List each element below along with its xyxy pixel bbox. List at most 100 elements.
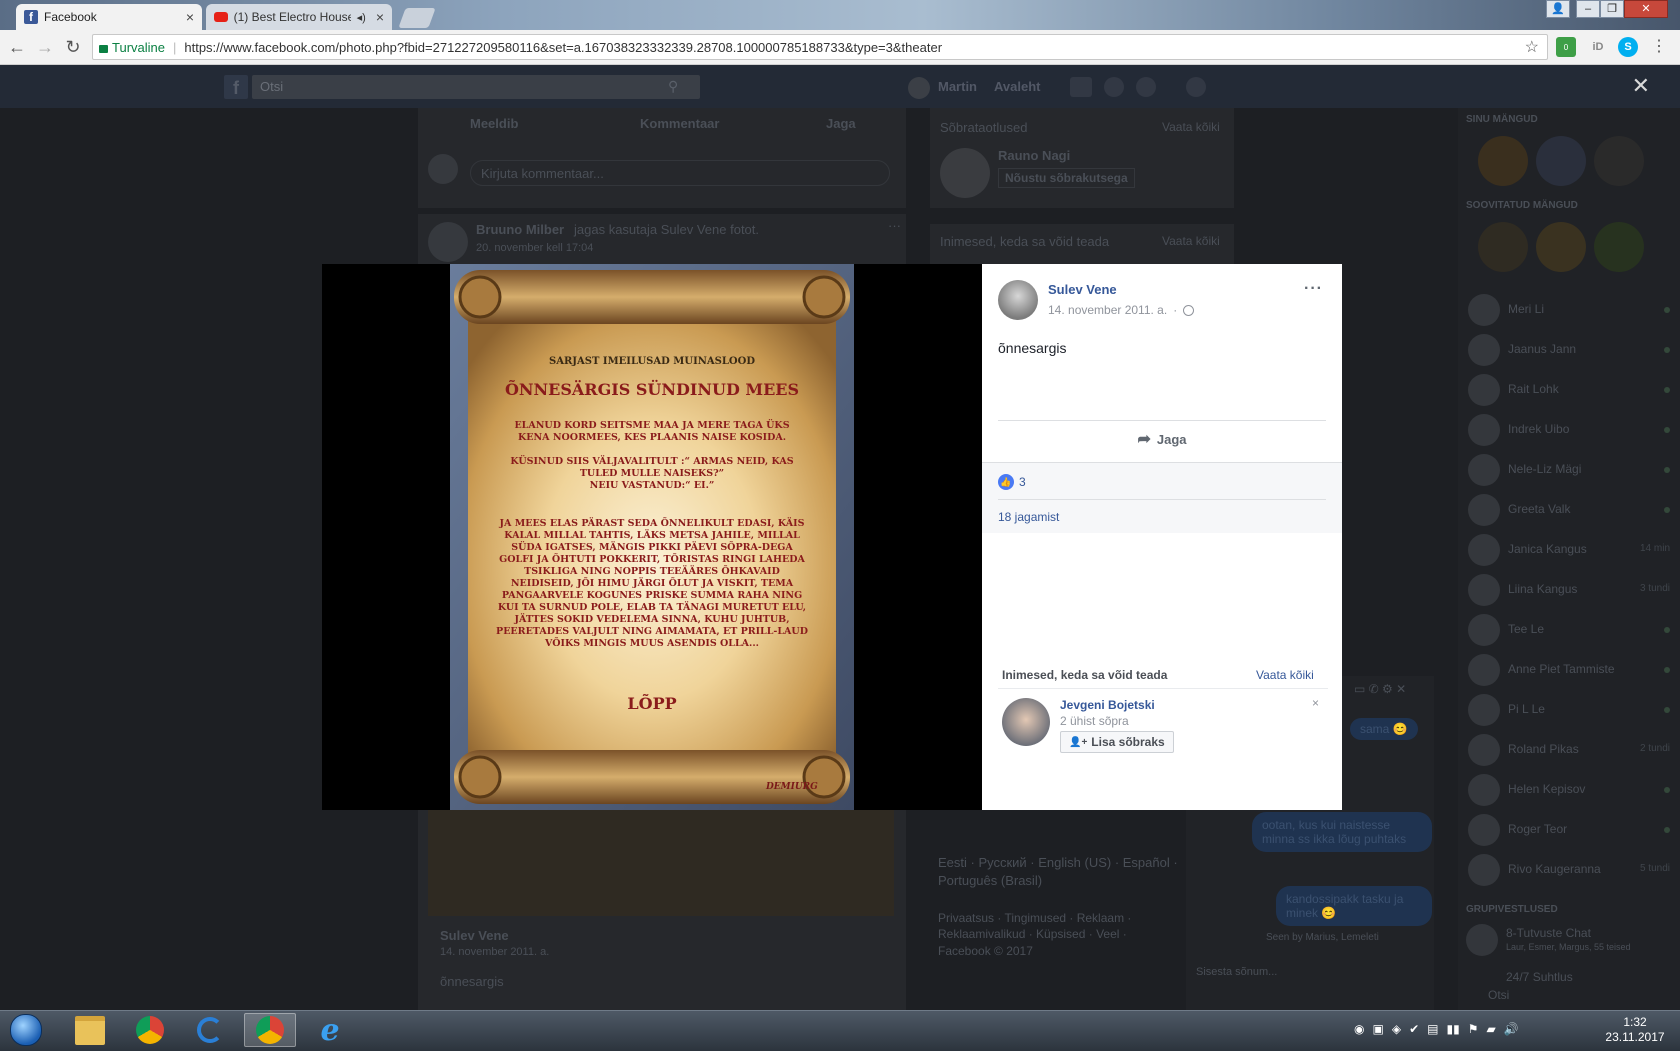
start-button[interactable] <box>4 1013 48 1047</box>
contact-row[interactable]: Roger Teor <box>1458 812 1680 848</box>
secure-indicator[interactable]: Turvaline <box>93 40 165 55</box>
contact-row[interactable]: Meri Li <box>1458 292 1680 328</box>
avatar[interactable] <box>1466 924 1498 956</box>
back-arrow-icon[interactable]: ← <box>6 36 28 58</box>
contact-row[interactable]: Jaanus Jann <box>1458 332 1680 368</box>
theater-close-icon[interactable]: ✕ <box>1632 74 1650 98</box>
skype-icon[interactable]: S <box>1618 37 1638 57</box>
search-icon[interactable]: ⚲ <box>668 78 678 95</box>
contact-row[interactable]: Liina Kangus 3 tundi <box>1458 572 1680 608</box>
audience-globe-icon[interactable] <box>1183 304 1195 316</box>
contact-row[interactable]: Tee Le <box>1458 612 1680 648</box>
tab-youtube[interactable]: (1) Best Electro House ◂) × <box>206 4 392 30</box>
game-icon[interactable] <box>1536 222 1586 272</box>
like-button[interactable]: Meeldib <box>470 116 518 131</box>
avatar[interactable] <box>908 77 930 99</box>
suggestion-avatar[interactable] <box>1002 698 1050 746</box>
group-chat-name[interactable]: 24/7 Suhtlus <box>1506 970 1573 984</box>
request-name-link[interactable]: Rauno Nagi <box>998 148 1070 163</box>
forward-arrow-icon[interactable]: → <box>34 36 56 58</box>
like-count[interactable]: 👍 3 <box>998 474 1026 490</box>
post-author-link[interactable]: Bruuno Milber <box>476 222 564 237</box>
dismiss-suggestion-icon[interactable]: × <box>1312 696 1319 710</box>
reload-icon[interactable]: ↻ <box>62 36 84 58</box>
system-tray[interactable]: ◉ ▣ ◈ ✔ ▤ ▮▮ ⚑ ▰ 🔊 <box>1354 1022 1519 1036</box>
see-all-link[interactable]: Vaata kõiki <box>1162 120 1220 134</box>
shares-link[interactable]: 18 jagamist <box>998 510 1059 524</box>
see-all-link[interactable]: Vaata kõiki <box>1162 234 1220 248</box>
taskbar-internet-explorer[interactable]: e <box>304 1013 356 1048</box>
tray-flag-icon[interactable]: ⚑ <box>1468 1022 1479 1036</box>
inner-author-link[interactable]: Sulev Vene <box>440 928 509 943</box>
taskbar-ccleaner[interactable] <box>184 1013 236 1047</box>
tray-network-icon[interactable]: ▮▮ <box>1446 1022 1459 1036</box>
author-name-link[interactable]: Sulev Vene <box>1048 282 1117 297</box>
tray-volume-icon[interactable]: 🔊 <box>1504 1022 1519 1036</box>
messages-icon[interactable] <box>1104 77 1124 97</box>
game-icon[interactable] <box>1536 136 1586 186</box>
shared-photo-thumbnail[interactable] <box>428 810 894 916</box>
avatar[interactable] <box>428 222 468 262</box>
share-button[interactable]: Jaga <box>826 116 856 131</box>
accept-request-button[interactable]: Nõustu sõbrakutsega <box>998 168 1135 188</box>
friend-requests-icon[interactable] <box>1070 77 1092 97</box>
facebook-search-input[interactable]: Otsi <box>252 75 700 99</box>
tray-check-icon[interactable]: ✔ <box>1409 1022 1419 1036</box>
game-icon[interactable] <box>1594 222 1644 272</box>
close-window-button[interactable]: ✕ <box>1624 0 1668 18</box>
contact-row[interactable]: Rait Lohk <box>1458 372 1680 408</box>
avatar[interactable] <box>940 148 990 198</box>
taskbar-explorer[interactable] <box>64 1013 116 1047</box>
tab-close-icon[interactable]: × <box>186 9 194 25</box>
contact-row[interactable]: Roland Pikas 2 tundi <box>1458 732 1680 768</box>
contact-row[interactable]: Helen Kepisov <box>1458 772 1680 808</box>
post-date-link[interactable]: 14. november 2011. a. <box>1048 303 1167 317</box>
taskbar-chrome-active[interactable] <box>244 1013 296 1047</box>
add-friend-button[interactable]: 👤+ Lisa sõbraks <box>1060 731 1174 753</box>
contact-row[interactable]: Greeta Valk <box>1458 492 1680 528</box>
language-links[interactable]: Eesti · Русский · English (US) · Español… <box>938 854 1178 890</box>
footer-links[interactable]: Privaatsus · Tingimused · Reklaam · Rekl… <box>938 910 1178 942</box>
tray-app-icon[interactable]: ▣ <box>1372 1022 1383 1036</box>
author-avatar[interactable] <box>998 280 1038 320</box>
contact-row[interactable]: Pi L Le <box>1458 692 1680 728</box>
comment-button[interactable]: Kommentaar <box>640 116 719 131</box>
chat-window-controls[interactable]: ▭ ✆ ⚙ ✕ <box>1354 682 1406 696</box>
header-user-link[interactable]: Martin <box>938 79 977 94</box>
user-profile-icon[interactable]: 👤 <box>1546 0 1570 18</box>
contact-row[interactable]: Anne Piet Tammiste <box>1458 652 1680 688</box>
contact-row[interactable]: Nele-Liz Mägi <box>1458 452 1680 488</box>
bookmark-star-icon[interactable]: ☆ <box>1525 37 1539 57</box>
tab-close-icon[interactable]: × <box>376 9 384 25</box>
clock[interactable]: 1:32 23.11.2017 <box>1600 1015 1670 1045</box>
header-home-link[interactable]: Avaleht <box>994 79 1040 94</box>
tab-facebook[interactable]: f Facebook × <box>16 4 202 30</box>
taskbar-chrome[interactable] <box>124 1013 176 1047</box>
address-bar[interactable]: Turvaline | https://www.facebook.com/pho… <box>92 34 1548 60</box>
post-menu-icon[interactable]: ··· <box>888 218 901 233</box>
help-icon[interactable] <box>1186 77 1206 97</box>
chrome-menu-icon[interactable]: ⋮ <box>1648 36 1670 58</box>
new-tab-button[interactable] <box>398 8 436 28</box>
facebook-logo-icon[interactable]: f <box>224 75 248 99</box>
share-button[interactable]: ➦ Jaga <box>998 421 1326 457</box>
chat-search-input[interactable]: Otsi <box>1488 988 1509 1002</box>
restore-button[interactable]: ❐ <box>1600 0 1624 18</box>
notifications-icon[interactable] <box>1136 77 1156 97</box>
group-chat-name[interactable]: 8-Tutvuste Chat <box>1506 926 1591 940</box>
tray-shield-icon[interactable]: ◈ <box>1392 1022 1401 1036</box>
contact-row[interactable]: Janica Kangus 14 min <box>1458 532 1680 568</box>
contact-row[interactable]: Rivo Kaugeranna 5 tundi <box>1458 852 1680 888</box>
minimize-button[interactable]: – <box>1576 0 1600 18</box>
post-date[interactable]: 20. november kell 17:04 <box>476 242 593 254</box>
contact-row[interactable]: Indrek Uibo <box>1458 412 1680 448</box>
comment-input[interactable]: Kirjuta kommentaar... <box>470 160 890 186</box>
mutual-friends-text[interactable]: 2 ühist sõpra <box>1060 714 1129 728</box>
game-icon[interactable] <box>1478 222 1528 272</box>
game-icon[interactable] <box>1478 136 1528 186</box>
inner-post-date[interactable]: 14. november 2011. a. <box>440 946 549 958</box>
tray-nvidia-icon[interactable]: ▰ <box>1486 1022 1495 1036</box>
tray-chrome-icon[interactable]: ◉ <box>1354 1022 1364 1036</box>
game-icon[interactable] <box>1594 136 1644 186</box>
id-extension-icon[interactable]: iD <box>1588 37 1608 57</box>
